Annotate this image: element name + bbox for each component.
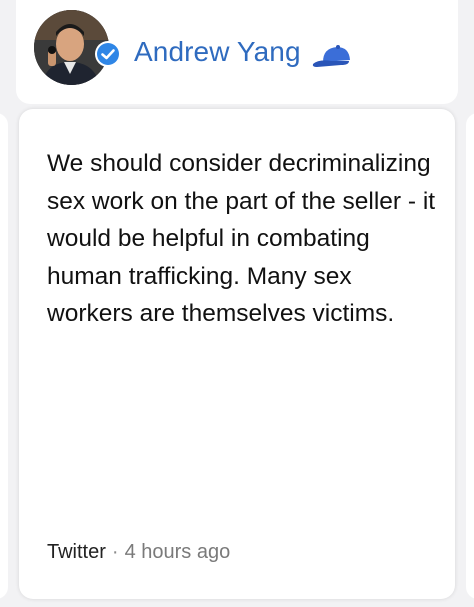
tweet-card[interactable]: We should consider decriminalizing sex w…	[19, 109, 455, 599]
tweet-meta: Twitter · 4 hours ago	[47, 541, 230, 564]
timestamp: 4 hours ago	[124, 541, 231, 563]
meta-separator: ·	[111, 541, 119, 563]
blue-cap-icon	[312, 45, 350, 67]
display-name[interactable]: Andrew Yang	[134, 36, 301, 68]
previous-card-edge[interactable]	[0, 113, 8, 599]
tweet-screen: Andrew Yang We should consider decrimina…	[0, 0, 474, 607]
source-label: Twitter	[47, 541, 106, 563]
verified-badge-icon	[95, 41, 121, 67]
tweet-text: We should consider decriminalizing sex w…	[47, 150, 436, 327]
next-card-edge[interactable]	[466, 113, 474, 599]
